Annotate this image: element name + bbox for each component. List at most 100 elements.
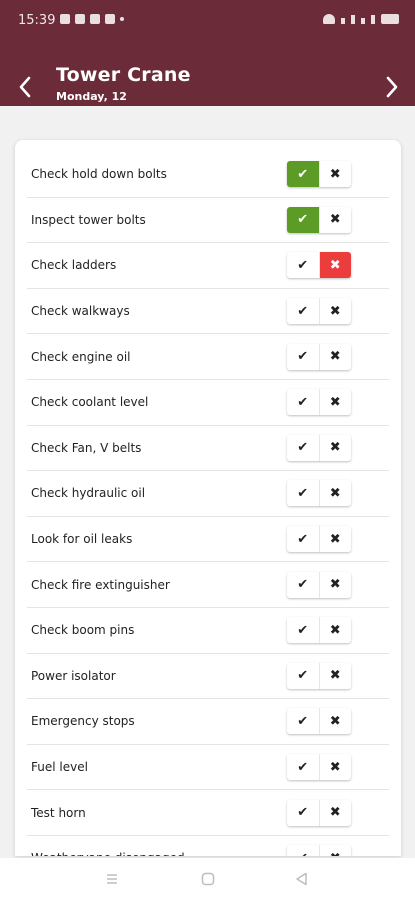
checklist-item-label: Fuel level <box>31 760 88 775</box>
checklist-row: Check hold down bolts ✔ ✖ <box>27 152 389 198</box>
checklist-row: Power isolator ✔ ✖ <box>27 654 389 700</box>
fail-button[interactable]: ✖ <box>319 252 351 279</box>
nav-back-button[interactable] <box>294 871 310 887</box>
pass-fail-toggle: ✔✖ <box>287 389 352 416</box>
fail-button[interactable]: ✖ <box>320 572 352 598</box>
square-home-icon <box>201 872 215 886</box>
checklist-row: Check hydraulic oil ✔ ✖ <box>27 471 389 517</box>
fail-button[interactable]: ✖ <box>320 435 352 461</box>
pass-button[interactable]: ✔ <box>287 845 320 856</box>
fail-button[interactable]: ✖ <box>320 344 352 370</box>
pass-button[interactable]: ✔ <box>287 434 320 461</box>
fail-button[interactable]: ✖ <box>320 526 352 552</box>
battery-icon <box>381 14 399 24</box>
pass-fail-toggle: ✔✖ <box>287 799 352 826</box>
checklist-row: Check fire extinguisher ✔ ✖ <box>27 562 389 608</box>
fail-button[interactable]: ✖ <box>320 207 352 233</box>
checklist-row: Look for oil leaks ✔ ✖ <box>27 517 389 563</box>
checklist-row: Weathervane disengaged ✔✖ <box>27 836 389 856</box>
status-time: 15:39 <box>18 13 56 28</box>
checklist-item-label: Test horn <box>31 805 86 820</box>
pass-fail-toggle: ✔✖ <box>287 708 352 735</box>
pass-button[interactable]: ✔ <box>287 252 320 279</box>
pass-button[interactable]: ✔ <box>287 617 320 644</box>
signal-icon <box>371 15 375 24</box>
checklist-item-label: Check hydraulic oil <box>31 486 146 501</box>
pass-button[interactable]: ✔ <box>287 662 320 689</box>
page-subtitle: Monday, 12 <box>56 90 127 103</box>
checklist-row: Check walkways ✔ ✖ <box>27 289 389 335</box>
menu-icon <box>107 874 117 884</box>
pass-fail-toggle: ✔✖ <box>287 526 352 553</box>
pass-button[interactable]: ✔ <box>287 298 320 325</box>
back-button[interactable] <box>10 72 40 102</box>
fail-button[interactable]: ✖ <box>320 800 352 826</box>
chevron-right-icon <box>386 76 398 98</box>
fail-button[interactable]: ✖ <box>320 663 352 689</box>
signal-icon <box>351 15 355 24</box>
pass-button[interactable]: ✔ <box>287 343 320 370</box>
wifi-icon <box>323 14 335 24</box>
pass-fail-toggle: ✔✖ <box>287 434 352 461</box>
next-button[interactable] <box>377 72 407 102</box>
fail-button[interactable]: ✖ <box>320 708 352 734</box>
checklist-item-label: Check ladders <box>31 258 117 273</box>
fail-button[interactable]: ✖ <box>320 298 352 324</box>
checklist-item-label: Check hold down bolts <box>31 167 167 182</box>
pass-button[interactable]: ✔ <box>287 754 320 781</box>
fail-button[interactable]: ✖ <box>320 389 352 415</box>
pass-button[interactable]: ✔ <box>287 206 320 233</box>
fail-button[interactable]: ✖ <box>320 161 352 187</box>
pass-button[interactable]: ✔ <box>287 799 320 826</box>
pass-fail-toggle: ✔✖ <box>287 662 352 689</box>
app-header: 15:39 Tower Crane Monday, 12 <box>0 0 415 106</box>
checklist-item-label: Check engine oil <box>31 349 131 364</box>
page-title: Tower Crane <box>56 64 191 86</box>
checklist-card: Check hold down bolts ✔ ✖ Inspect tower bol… <box>15 140 401 856</box>
pass-fail-toggle: ✔✖ <box>287 161 352 188</box>
checklist-row: Check Fan, V belts ✔ ✖ <box>27 426 389 472</box>
pass-fail-toggle: ✔✖ <box>287 617 352 644</box>
checklist-item-label: Check Fan, V belts <box>31 440 142 455</box>
checklist-row: Inspect tower bolts ✔ ✖ <box>27 198 389 244</box>
pass-button[interactable]: ✔ <box>287 571 320 598</box>
checklist-item-label: Check coolant level <box>31 395 149 410</box>
checklist-row: Test horn ✔ ✖ <box>27 790 389 836</box>
pass-fail-toggle: ✔✖ <box>287 343 352 370</box>
pass-fail-toggle: ✔✖ <box>287 845 351 856</box>
fail-button[interactable]: ✖ <box>320 480 352 506</box>
checklist-row: Fuel level ✔ ✖ <box>27 745 389 791</box>
system-icons <box>323 14 399 24</box>
nav-home-button[interactable] <box>200 871 216 887</box>
signal-icon <box>361 18 365 24</box>
fail-button[interactable]: ✖ <box>320 617 352 643</box>
status-bar: 15:39 <box>0 0 415 42</box>
checklist-item-label: Weathervane disengaged <box>31 851 185 856</box>
checklist-row: Check engine oil ✔ ✖ <box>27 334 389 380</box>
pass-button[interactable]: ✔ <box>287 480 320 507</box>
chevron-left-icon <box>19 76 31 98</box>
checklist-item-label: Check boom pins <box>31 623 135 638</box>
checklist-item-label: Look for oil leaks <box>31 532 133 547</box>
triangle-back-icon <box>296 872 307 886</box>
nav-menu-button[interactable] <box>104 871 120 887</box>
pass-fail-toggle: ✔✖ <box>287 252 351 279</box>
notification-icon <box>75 14 85 24</box>
fail-button[interactable]: ✖ <box>320 845 352 856</box>
pass-button[interactable]: ✔ <box>287 161 320 188</box>
checklist-row: Emergency stops ✔ ✖ <box>27 699 389 745</box>
checklist-item-label: Emergency stops <box>31 714 135 729</box>
notification-icon <box>90 14 100 24</box>
checklist-row: Check ladders ✔ ✖ <box>27 243 389 289</box>
notification-icon <box>60 14 70 24</box>
notification-icon <box>105 14 115 24</box>
more-notifications-icon <box>120 17 124 21</box>
pass-button[interactable]: ✔ <box>287 526 320 553</box>
pass-fail-toggle: ✔✖ <box>287 480 352 507</box>
pass-button[interactable]: ✔ <box>287 389 320 416</box>
pass-fail-toggle: ✔✖ <box>287 754 352 781</box>
fail-button[interactable]: ✖ <box>320 754 352 780</box>
checklist-row: Check boom pins ✔ ✖ <box>27 608 389 654</box>
pass-button[interactable]: ✔ <box>287 708 320 735</box>
signal-icon <box>341 18 345 24</box>
